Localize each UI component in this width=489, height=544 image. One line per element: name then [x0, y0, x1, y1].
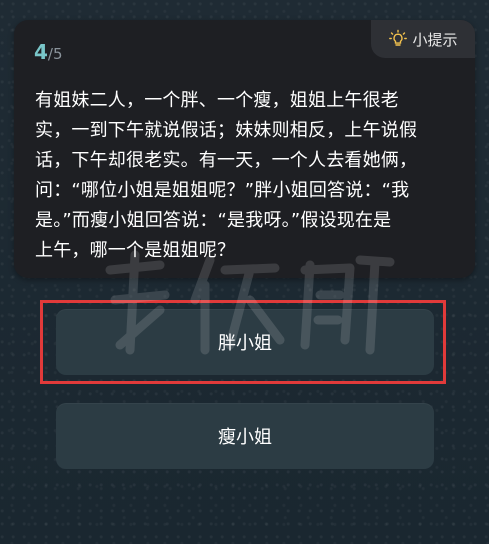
lightbulb-icon [388, 29, 408, 49]
answer-option-fat-lady[interactable]: 胖小姐 [56, 309, 434, 375]
question-progress: 4/5 [34, 40, 63, 64]
progress-total: 5 [52, 45, 63, 63]
answer-option-label: 胖小姐 [218, 333, 272, 354]
answer-option-thin-lady[interactable]: 瘦小姐 [56, 403, 434, 469]
hint-button[interactable]: 小提示 [371, 20, 475, 58]
question-card: 4/5 小提示 有姐妹二人，一个胖、一个瘦，姐姐上午很老 实，一到下午就说假话；… [14, 20, 475, 278]
question-text: 有姐妹二人，一个胖、一个瘦，姐姐上午很老 实，一到下午就说假话；妹妹则相反，上午… [35, 90, 418, 261]
hint-label: 小提示 [412, 30, 458, 49]
progress-current: 4 [34, 40, 48, 64]
answer-option-label: 瘦小姐 [218, 427, 272, 448]
